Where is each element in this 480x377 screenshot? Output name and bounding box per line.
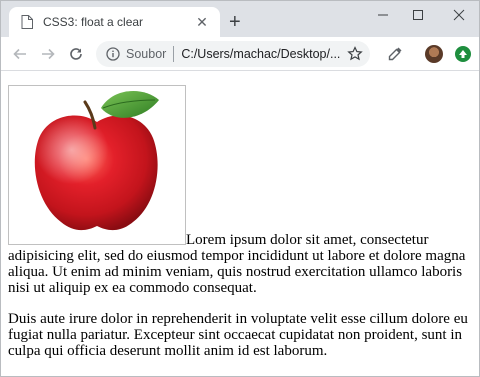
apple-image: [8, 85, 186, 245]
star-icon[interactable]: [347, 46, 363, 62]
back-button[interactable]: [10, 44, 30, 64]
reload-icon: [70, 48, 82, 60]
minimize-icon: [378, 14, 388, 16]
new-tab-button[interactable]: +: [229, 12, 241, 32]
arrow-left-icon: [13, 48, 26, 60]
url-text[interactable]: C:/Users/machac/Desktop/...: [181, 47, 340, 61]
page-content: Lorem ipsum dolor sit amet, consectetur …: [8, 71, 474, 376]
apple-icon: [34, 90, 159, 231]
forward-button[interactable]: [38, 44, 58, 64]
toolbar: Soubor C:/Users/machac/Desktop/...: [1, 37, 479, 71]
close-icon: [453, 9, 465, 21]
green-extension-icon[interactable]: [455, 46, 471, 62]
close-window-button[interactable]: [446, 5, 472, 25]
tab-strip: CSS3: float a clear ✕ +: [1, 1, 479, 37]
site-chip: Soubor: [126, 47, 167, 61]
avatar[interactable]: [425, 45, 443, 63]
document-icon: [21, 15, 33, 29]
address-bar[interactable]: Soubor C:/Users/machac/Desktop/...: [96, 41, 370, 67]
arrow-up-icon: [459, 50, 467, 58]
paragraph-1: Lorem ipsum dolor sit amet, consectetur …: [8, 71, 474, 296]
info-icon[interactable]: [106, 47, 120, 61]
browser-window: CSS3: float a clear ✕ + Soubor C:/Users/…: [0, 0, 480, 377]
reload-button[interactable]: [66, 44, 86, 64]
maximize-icon: [413, 10, 423, 20]
eyedropper-icon[interactable]: [386, 45, 404, 63]
maximize-button[interactable]: [405, 5, 431, 25]
paragraph-2: Duis aute irure dolor in reprehenderit i…: [8, 311, 468, 359]
address-separator: [173, 46, 175, 62]
close-tab-icon[interactable]: ✕: [194, 14, 210, 30]
tab-title: CSS3: float a clear: [43, 15, 144, 29]
tab-active[interactable]: CSS3: float a clear ✕: [9, 7, 220, 37]
arrow-right-icon: [42, 48, 55, 60]
minimize-button[interactable]: [370, 5, 396, 25]
